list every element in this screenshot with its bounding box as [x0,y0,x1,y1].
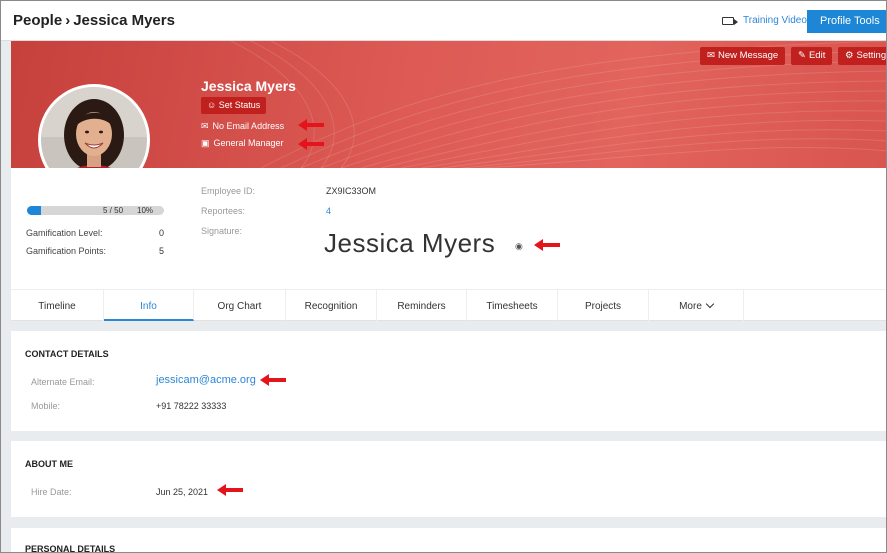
profile-summary: 5 / 50 10% Gamification Level: 0 Gamific… [11,168,886,289]
progress-percent: 10% [137,206,154,215]
employee-id-value: ZX9IC33OM [326,186,377,196]
signature-label: Signature: [201,226,243,236]
tab-label: More [679,301,702,312]
tab-timesheets[interactable]: Timesheets [467,290,558,321]
tab-label: Reminders [397,301,446,312]
top-bar: People › Jessica Myers Training Video Prof… [1,1,886,41]
edit-label: Edit [808,50,826,61]
training-video-link[interactable]: Training Video [722,15,807,26]
gamification-level-value: 0 [159,228,165,238]
breadcrumb-separator: › [65,12,71,29]
annotation-arrow-icon [298,119,324,131]
annotation-arrow-icon [217,484,243,496]
gamification-points-label: Gamification Points: [26,246,107,256]
tab-label: Info [140,301,157,312]
gamification-points-value: 5 [159,246,165,256]
annotation-arrow-icon [298,138,324,150]
signature-text: Jessica Myers [324,228,496,258]
tab-timeline[interactable]: Timeline [11,290,104,321]
briefcase-icon: ▣ [201,138,210,148]
hire-date-label: Hire Date: [31,487,72,497]
edit-button[interactable]: ✎ Edit [791,47,833,65]
tab-label: Timeline [38,301,76,312]
tab-reminders[interactable]: Reminders [377,290,467,321]
set-status-label: Set Status [218,100,261,110]
mobile-label: Mobile: [31,401,61,411]
new-message-label: New Message [717,50,779,61]
page-frame: People › Jessica Myers Training Video Prof… [0,0,887,553]
tab-label: Timesheets [486,301,538,312]
tab-projects[interactable]: Projects [558,290,649,321]
tab-label: Org Chart [217,301,262,312]
envelope-icon: ✉ [707,50,715,61]
video-camera-icon [722,16,738,25]
reportees-label: Reportees: [201,206,246,216]
gear-icon: ⚙ [845,50,854,61]
email-line: ✉ No Email Address [201,121,284,132]
section-title: ABOUT ME [25,459,73,469]
profile-tools-button[interactable]: Profile Tools [807,10,886,33]
profile-name: Jessica Myers [201,78,296,94]
reportees-link[interactable]: 4 [326,206,331,216]
tab-more[interactable]: More [649,290,744,321]
job-title-text: General Manager [213,138,284,148]
section-title: CONTACT DETAILS [25,349,109,359]
chevron-down-icon [705,299,715,309]
personal-details-section: PERSONAL DETAILS [11,528,886,553]
profile-tools-label: Profile Tools [820,15,880,27]
set-status-button[interactable]: ☺ Set Status [201,97,267,114]
tab-info[interactable]: Info [104,290,194,321]
eye-icon[interactable]: ◉ [515,241,523,252]
contact-details-section: CONTACT DETAILS Alternate Email: jessica… [11,331,886,431]
breadcrumb-current: Jessica Myers [73,12,175,29]
breadcrumb: People › Jessica Myers [13,12,175,29]
breadcrumb-people-link[interactable]: People [13,12,62,29]
alternate-email-label: Alternate Email: [31,377,95,387]
about-me-section: ABOUT ME Hire Date: Jun 25, 2021 [11,441,886,517]
annotation-arrow-icon [534,239,560,251]
employee-id-label: Employee ID: [201,186,256,196]
section-title: PERSONAL DETAILS [25,544,116,553]
gamification-level-label: Gamification Level: [26,228,103,238]
tab-label: Recognition [304,301,358,312]
mobile-value: +91 78222 33333 [156,401,227,411]
job-title-line: ▣ General Manager [201,138,284,149]
tab-org-chart[interactable]: Org Chart [194,290,286,321]
new-message-button[interactable]: ✉ New Message [700,47,786,65]
settings-button[interactable]: ⚙Settings [838,47,887,65]
progress-fill [27,206,41,215]
training-video-label: Training Video [743,15,807,26]
smiley-icon: ☺ [207,100,217,110]
progress-count: 5 / 50 [103,206,124,215]
hire-date-value: Jun 25, 2021 [156,487,209,497]
profile-tabs: Timeline Info Org Chart Recognition Remi… [11,289,886,321]
envelope-icon: ✉ [201,121,209,131]
email-text: No Email Address [212,121,285,131]
pencil-icon: ✎ [798,50,806,61]
tab-label: Projects [584,301,622,312]
annotation-arrow-icon [260,374,286,386]
alternate-email-link[interactable]: jessicam@acme.org [156,374,256,386]
settings-label: Settings [856,50,887,61]
tab-recognition[interactable]: Recognition [286,290,377,321]
